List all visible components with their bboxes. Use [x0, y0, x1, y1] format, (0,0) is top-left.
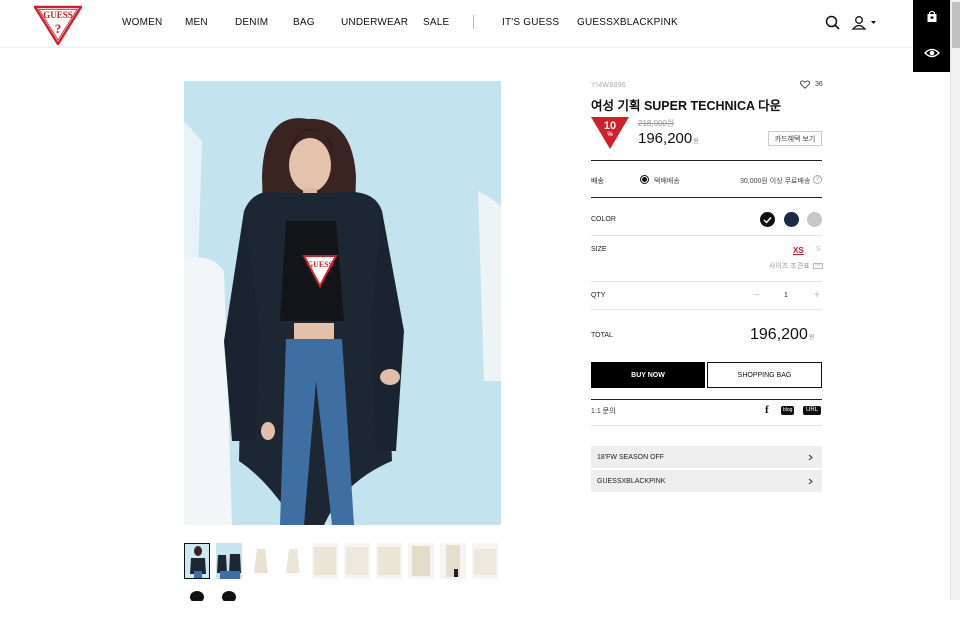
blog-share-icon[interactable]: blog: [781, 406, 795, 415]
product-name: 여성 기획 SUPER TECHNICA 다운: [591, 99, 782, 113]
user-icon[interactable]: [850, 13, 878, 33]
nav-its-guess[interactable]: IT'S GUESS: [502, 17, 559, 28]
promo-banner-guessxblackpink[interactable]: GUESSXBLACKPINK: [591, 470, 822, 492]
free-shipping-note: 30,000원 이상 무료배송: [740, 178, 811, 185]
size-guide-link[interactable]: 사이즈 조견표: [769, 261, 823, 271]
thumbnail[interactable]: [184, 588, 210, 624]
color-swatch-grey[interactable]: [807, 212, 822, 227]
guess-logo[interactable]: GUESS ?: [34, 5, 82, 45]
color-swatch-black[interactable]: [760, 212, 775, 227]
size-option-xs[interactable]: XS: [793, 246, 804, 255]
help-icon[interactable]: ?: [813, 175, 822, 184]
thumbnail[interactable]: [376, 543, 402, 579]
svg-text:GUESS: GUESS: [43, 10, 73, 20]
divider: [591, 160, 822, 161]
divider: [591, 235, 822, 236]
card-benefit-button[interactable]: 카드혜택 보기: [768, 131, 822, 146]
chevron-right-icon: [808, 454, 813, 460]
thumbnail-strip: [184, 543, 504, 624]
product-code: YI4W8896: [591, 82, 627, 89]
promo-banner-season-off[interactable]: 18'FW SEASON OFF: [591, 446, 822, 468]
thumbnail[interactable]: [344, 543, 370, 579]
chevron-right-icon: [808, 478, 813, 484]
divider: [591, 197, 822, 198]
shopping-bag-icon[interactable]: [926, 10, 938, 23]
svg-text:?: ?: [55, 21, 62, 36]
inquiry-link[interactable]: 1:1 문의: [591, 406, 616, 416]
color-label: COLOR: [591, 216, 616, 223]
thumbnail[interactable]: [216, 543, 242, 579]
site-header: GUESS ? WOMEN MEN DENIM BAG UNDERWEAR SA…: [0, 0, 960, 48]
shopping-bag-button[interactable]: SHOPPING BAG: [707, 362, 822, 388]
nav-denim[interactable]: DENIM: [235, 17, 268, 28]
model-photo: GUESS: [184, 81, 501, 525]
divider: [591, 399, 822, 400]
thumbnail[interactable]: [216, 588, 242, 624]
qty-decrease-button[interactable]: −: [754, 290, 760, 301]
discount-label: 10 %: [603, 120, 617, 139]
heart-icon: [800, 80, 810, 89]
page-scrollbar[interactable]: [950, 0, 960, 600]
thumbnail[interactable]: [184, 543, 210, 579]
svg-text:GUESS: GUESS: [307, 260, 334, 269]
nav-guessxblackpink[interactable]: GUESSXBLACKPINK: [577, 17, 678, 28]
total-price: 196,200원: [750, 326, 815, 343]
nav-men[interactable]: MEN: [185, 17, 208, 28]
product-main-image: GUESS: [184, 81, 501, 525]
buy-now-button[interactable]: BUY NOW: [591, 362, 705, 388]
divider: [591, 281, 822, 282]
size-label: SIZE: [591, 246, 607, 253]
ruler-icon: [812, 263, 823, 269]
thumbnail[interactable]: [440, 543, 466, 579]
total-label: TOTAL: [591, 332, 613, 339]
nav-underwear[interactable]: UNDERWEAR: [341, 17, 408, 28]
thumbnail[interactable]: [280, 543, 306, 579]
shipping-label: 배송: [591, 178, 604, 185]
shipping-radio[interactable]: [640, 175, 649, 184]
thumbnail[interactable]: [472, 543, 498, 579]
qty-label: QTY: [591, 292, 606, 299]
color-swatch-navy[interactable]: [784, 212, 799, 227]
check-icon: [763, 216, 772, 224]
nav-bag[interactable]: BAG: [293, 17, 315, 28]
nav-divider: [473, 15, 474, 29]
nav-women[interactable]: WOMEN: [122, 17, 162, 28]
url-copy-icon[interactable]: URL: [803, 406, 822, 415]
qty-value[interactable]: 1: [784, 292, 788, 299]
thumbnail[interactable]: [312, 543, 338, 579]
shipping-method: 택배배송: [654, 178, 680, 185]
thumbnail[interactable]: [408, 543, 434, 579]
quick-panel: [913, 0, 950, 72]
facebook-share-icon[interactable]: f: [765, 404, 769, 416]
chevron-down-icon: [871, 21, 876, 24]
size-option-s[interactable]: S: [816, 246, 821, 253]
search-icon[interactable]: [823, 13, 843, 33]
thumbnail[interactable]: [248, 543, 274, 579]
divider: [591, 309, 822, 310]
original-price: 218,000원: [638, 119, 675, 128]
sale-price: 196,200원: [638, 130, 699, 147]
qty-increase-button[interactable]: +: [814, 290, 820, 301]
recently-viewed-icon[interactable]: [924, 47, 940, 59]
like-button[interactable]: 36: [800, 80, 823, 89]
like-count: 36: [815, 81, 823, 88]
scrollbar-thumb[interactable]: [952, 2, 960, 48]
divider: [591, 425, 822, 426]
nav-sale[interactable]: SALE: [423, 17, 449, 28]
